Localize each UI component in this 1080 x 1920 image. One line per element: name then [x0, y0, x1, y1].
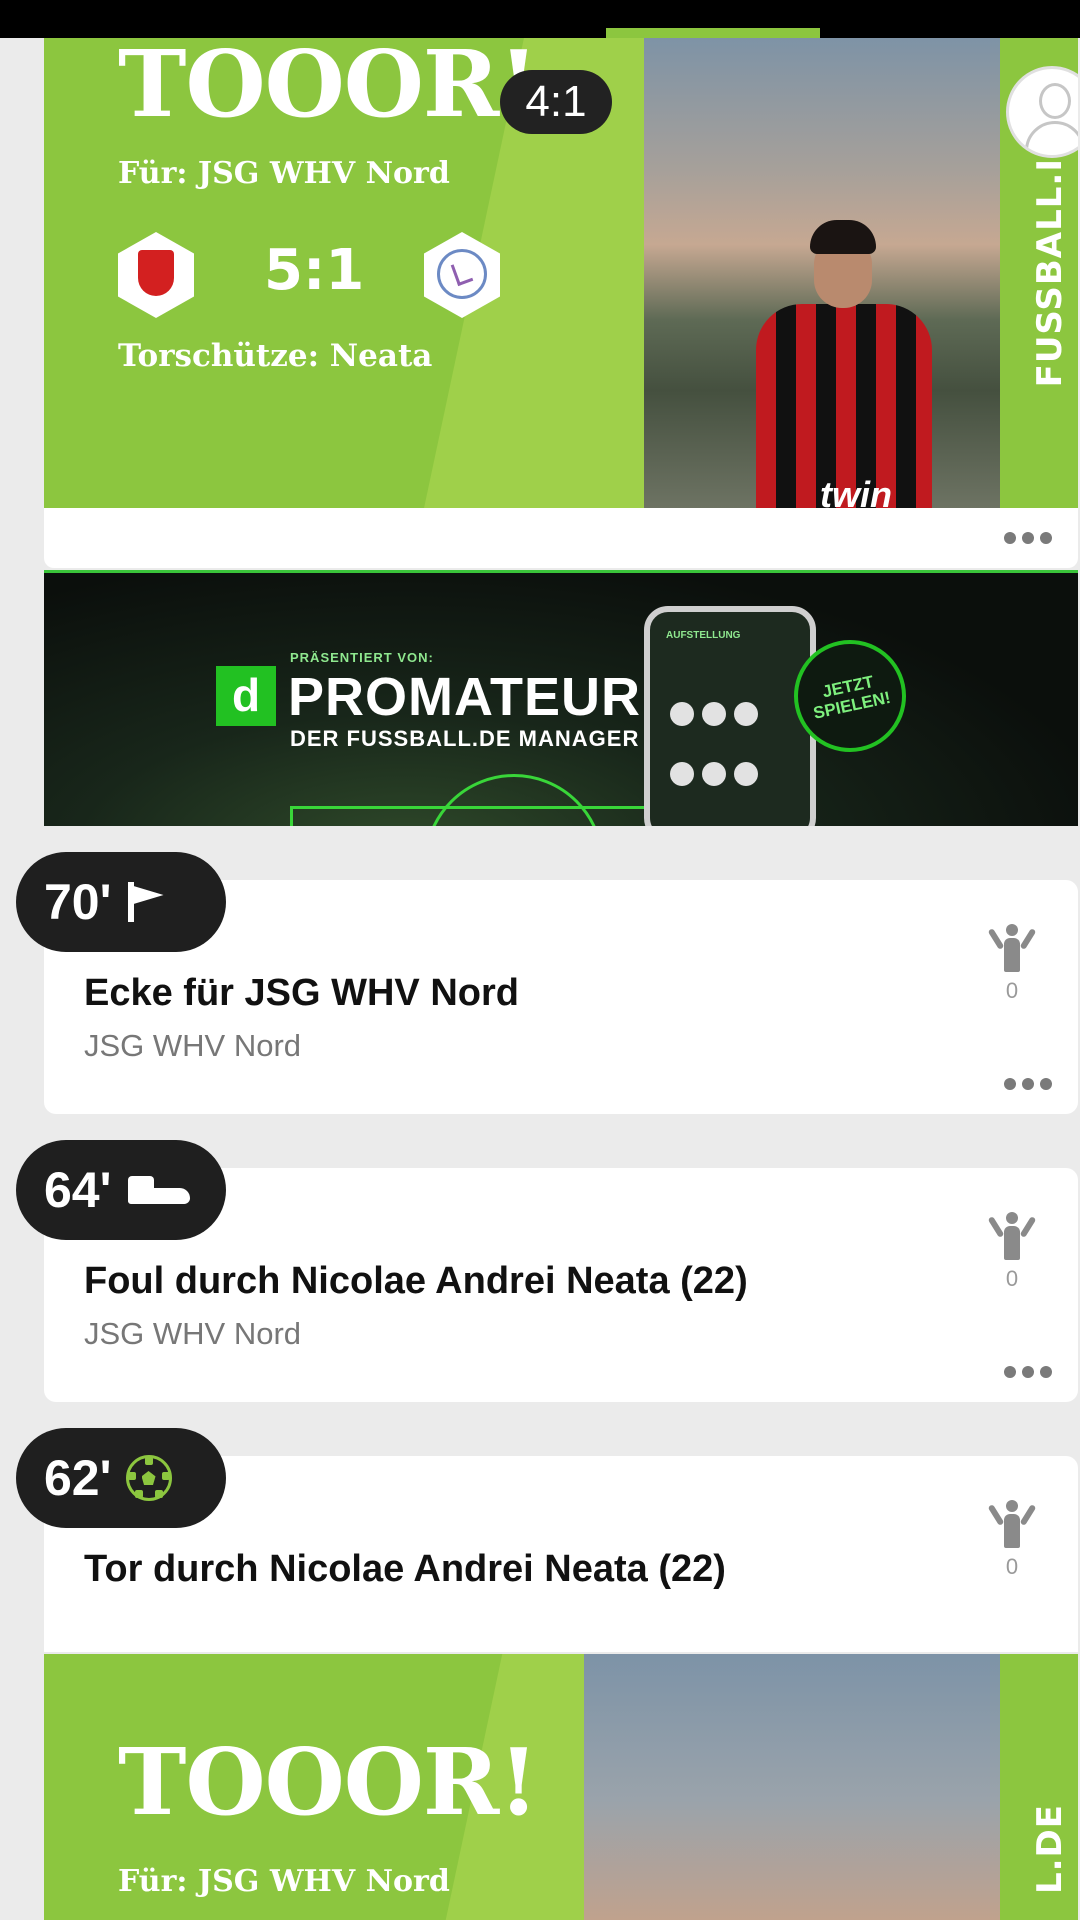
ad-phone-title: AUFSTELLUNG [666, 630, 741, 641]
cheer-icon [987, 1500, 1037, 1548]
shirt-sponsor-text: twin [820, 474, 892, 508]
ad-subtitle: DER FUSSBALL.DE MANAGER [290, 726, 640, 751]
like-button[interactable]: 0 [987, 1500, 1037, 1580]
corner-flag-icon [126, 882, 166, 922]
lineup-slot [670, 762, 694, 786]
like-button[interactable]: 0 [987, 1212, 1037, 1292]
goal-title: TOOOR! [118, 38, 539, 138]
like-count: 0 [1005, 978, 1019, 1003]
like-count: 0 [1005, 1554, 1019, 1579]
ad-phone-image: AUFSTELLUNG [644, 606, 816, 826]
event-team: JSG WHV Nord [84, 1316, 302, 1351]
status-bar [0, 0, 1080, 38]
like-button[interactable]: 0 [987, 924, 1037, 1004]
away-crest-figure-icon [450, 259, 474, 287]
more-options-icon[interactable] [1004, 1078, 1052, 1090]
avatar-body-icon [1025, 121, 1078, 155]
event-minute: 70' [44, 874, 112, 930]
player-shirt: twin [756, 304, 932, 508]
cheer-icon [987, 1212, 1037, 1260]
cheer-icon [987, 924, 1037, 972]
home-crest-shield-icon [138, 250, 174, 296]
lineup-slot [702, 762, 726, 786]
like-count: 0 [1005, 1266, 1019, 1291]
player-figure: twin [744, 220, 944, 508]
lineup-slot [670, 702, 694, 726]
event-minute: 64' [44, 1162, 112, 1218]
event-minute-badge: 64' [16, 1140, 226, 1240]
goal-edge-text: FUSSBALL.I [1030, 158, 1070, 388]
status-accent-line [606, 28, 820, 38]
more-options-icon[interactable] [1004, 532, 1052, 544]
lineup-slot [734, 762, 758, 786]
boot-icon [126, 1172, 192, 1208]
event-minute: 62' [44, 1450, 112, 1506]
ball-icon [125, 1455, 172, 1501]
goal-team: Für: JSG WHV Nord [118, 1864, 450, 1899]
more-options-icon[interactable] [1004, 1366, 1052, 1378]
away-crest-ring-icon [437, 249, 487, 299]
lineup-slot [734, 702, 758, 726]
goal-edge-text: L.DE [1030, 1804, 1070, 1895]
goal-score: 5:1 [264, 238, 365, 303]
ad-banner[interactable]: d PRÄSENTIERT VON: PROMATEUR DER FUSSBAL… [44, 570, 1078, 826]
goal-post-footer [44, 508, 1078, 568]
goal-post-card[interactable]: L.DE TOOOR! Für: JSG WHV Nord [44, 1654, 1078, 1920]
avatar-head-icon [1039, 83, 1071, 119]
event-title: Ecke für JSG WHV Nord [84, 972, 519, 1014]
event-minute-badge: 62' [16, 1428, 226, 1528]
lineup-slot [702, 702, 726, 726]
overlay-score-pill: 4:1 [500, 70, 612, 134]
goal-scorer: Torschütze: Neata [118, 338, 433, 374]
event-team: JSG WHV Nord [84, 1028, 302, 1063]
goal-card-edge: L.DE [1000, 1654, 1078, 1920]
goal-title: TOOOR! [118, 1728, 539, 1836]
event-minute-badge: 70' [16, 852, 226, 952]
event-title: Tor durch Nicolae Andrei Neata (22) [84, 1548, 726, 1590]
ad-top-line [44, 570, 1078, 573]
player-hair [810, 220, 876, 254]
goal-team: Für: JSG WHV Nord [118, 156, 450, 191]
goal-player-photo [584, 1654, 1004, 1920]
ad-presented-by: PRÄSENTIERT VON: [290, 650, 434, 665]
ad-brand: PROMATEUR [288, 667, 641, 727]
goal-post-card[interactable]: twin FUSSBALL.I TOOOR! Für: JSG WHV Nord… [44, 38, 1078, 508]
event-title: Foul durch Nicolae Andrei Neata (22) [84, 1260, 748, 1302]
promateur-logo-icon: d [216, 666, 276, 726]
